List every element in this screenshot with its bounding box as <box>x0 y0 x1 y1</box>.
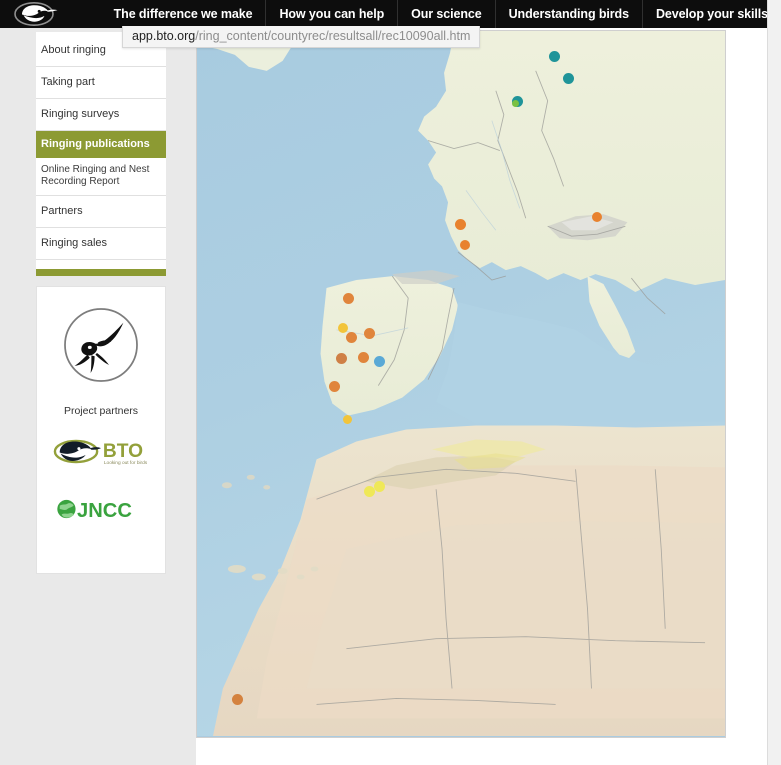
nav-item-develop-your-skills[interactable]: Develop your skills <box>641 0 781 28</box>
sidebar: About ringing Taking part Ringing survey… <box>0 28 196 765</box>
bto-tagline: Looking out for birds <box>104 460 148 466</box>
status-bar-url: app.bto.org/ring_content/countyrec/resul… <box>122 26 481 48</box>
sidebar-item-taking-part[interactable]: Taking part <box>36 67 166 99</box>
map-panel: Encountered here in: Winter (Nov-Feb); S… <box>196 28 761 765</box>
map-marker[interactable] <box>345 331 357 343</box>
map-marker[interactable] <box>454 218 466 230</box>
map-marker[interactable] <box>511 99 519 107</box>
map-marker[interactable] <box>357 351 369 363</box>
jncc-logo-icon[interactable]: JNCC <box>53 491 149 529</box>
project-partners-panel: Project partners BTO Looking out for bir… <box>36 286 166 574</box>
map-basemap <box>197 31 725 737</box>
sidebar-item-ringing-publications[interactable]: Ringing publications <box>36 131 166 158</box>
sidebar-nav-footer-bar <box>36 269 166 276</box>
map-marker[interactable] <box>373 480 385 492</box>
site-header: The difference we make How you can help … <box>0 0 781 28</box>
nav-item-how-you-can-help[interactable]: How you can help <box>265 0 397 28</box>
nav-item-the-difference-we-make[interactable]: The difference we make <box>101 0 266 28</box>
jncc-wordmark: JNCC <box>77 500 132 522</box>
map-marker[interactable] <box>328 380 340 392</box>
sidebar-item-ringing-sales[interactable]: Ringing sales <box>36 228 166 260</box>
bto-wordmark: BTO <box>103 441 143 462</box>
map-marker[interactable] <box>562 72 574 84</box>
sidebar-item-online-ringing-and-nest-recording-report[interactable]: Online Ringing and Nest Recording Report <box>36 158 166 196</box>
map-marker[interactable] <box>548 50 560 62</box>
page-scrollbar[interactable] <box>767 0 781 765</box>
map-marker[interactable] <box>342 414 352 424</box>
map-marker[interactable] <box>460 240 470 250</box>
status-url-path: /ring_content/countyrec/resultsall/rec10… <box>195 29 471 43</box>
map-marker[interactable] <box>338 323 348 333</box>
sidebar-item-ringing-surveys[interactable]: Ringing surveys <box>36 99 166 131</box>
ringed-bird-circle-logo-icon <box>64 308 138 382</box>
sidebar-nav-box: About ringing Taking part Ringing survey… <box>36 32 166 276</box>
map-marker[interactable] <box>373 355 385 367</box>
status-url-host: app.bto.org <box>132 29 196 43</box>
browser-page: The difference we make How you can help … <box>0 0 781 765</box>
bto-logo-icon[interactable]: BTO Looking out for birds <box>53 433 149 471</box>
map-marker[interactable] <box>335 352 347 364</box>
page-body: About ringing Taking part Ringing survey… <box>0 28 781 765</box>
map-marker[interactable] <box>363 327 375 339</box>
nav-item-understanding-birds[interactable]: Understanding birds <box>494 0 642 28</box>
map-marker[interactable] <box>231 693 243 705</box>
map-marker[interactable] <box>363 485 375 497</box>
primary-navigation: The difference we make How you can help … <box>101 0 781 28</box>
map-marker[interactable] <box>342 292 354 304</box>
nav-item-our-science[interactable]: Our science <box>397 0 494 28</box>
bto-logo-svg <box>14 2 58 26</box>
map-marker[interactable] <box>592 212 602 222</box>
bto-bird-eye-logo-icon[interactable] <box>0 0 101 28</box>
project-partners-title: Project partners <box>63 405 139 417</box>
sidebar-item-partners[interactable]: Partners <box>36 196 166 228</box>
ringing-recovery-map[interactable] <box>196 30 726 738</box>
